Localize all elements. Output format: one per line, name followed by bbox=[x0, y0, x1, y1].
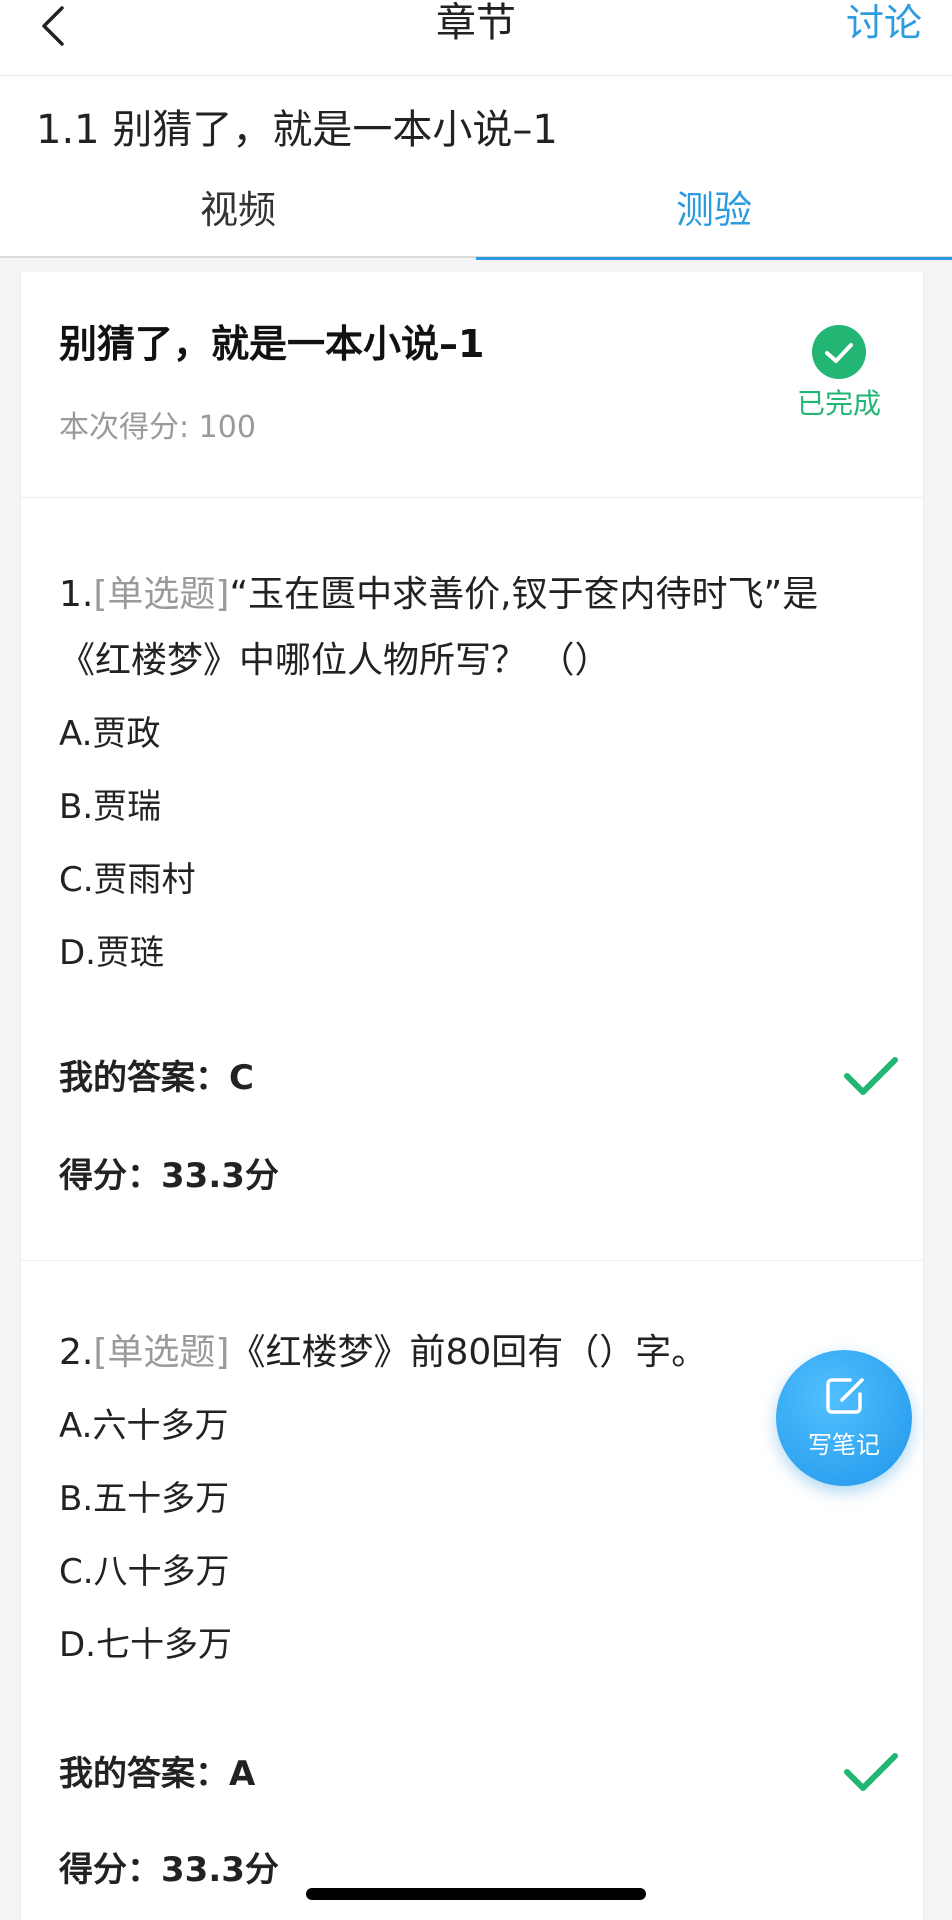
tab-quiz[interactable]: 测验 bbox=[476, 180, 952, 260]
question-text: 2.[单选题]《红楼梦》前80回有（）字。 bbox=[59, 1320, 889, 1386]
correct-check-icon bbox=[844, 1753, 898, 1791]
question-1: 1.[单选题]“玉在匮中求善价,钗于奁内待时飞”是 《红楼梦》中哪位人物所写？ … bbox=[59, 562, 889, 990]
correct-check-icon bbox=[844, 1057, 898, 1095]
question-score: 得分：33.3分 bbox=[59, 1156, 279, 1196]
question-2: 2.[单选题]《红楼梦》前80回有（）字。 A.六十多万 B.五十多万 C.八十… bbox=[59, 1320, 889, 1682]
option-a[interactable]: A.贾政 bbox=[59, 698, 889, 771]
quiz-name: 别猜了，就是一本小说–1 bbox=[59, 322, 485, 366]
my-answer: 我的答案：C bbox=[59, 1058, 254, 1098]
quiz-card: 别猜了，就是一本小说–1 本次得分: 100 已完成 1.[单选题]“玉在匮中求… bbox=[20, 272, 925, 1920]
divider bbox=[21, 1260, 925, 1261]
nav-bar: 章节 讨论 bbox=[0, 0, 952, 76]
lesson-title: 1.1 别猜了，就是一本小说–1 bbox=[36, 107, 558, 153]
question-number: 2. bbox=[59, 1332, 94, 1373]
edit-note-icon bbox=[826, 1378, 864, 1414]
write-note-button[interactable]: 写笔记 bbox=[776, 1350, 912, 1486]
question-text-line1: 《红楼梦》前80回有（）字。 bbox=[229, 1332, 708, 1373]
option-b[interactable]: B.五十多万 bbox=[59, 1463, 889, 1536]
my-answer-row: 我的答案：A bbox=[59, 1744, 899, 1804]
question-type: [单选题] bbox=[93, 574, 230, 615]
my-answer-row: 我的答案：C bbox=[59, 1048, 899, 1108]
tab-bar: 视频 测验 bbox=[0, 180, 952, 260]
home-indicator bbox=[306, 1888, 646, 1900]
write-note-label: 写笔记 bbox=[808, 1431, 880, 1459]
question-type: [单选题] bbox=[93, 1332, 230, 1373]
question-text-line1: “玉在匮中求善价,钗于奁内待时飞”是 bbox=[229, 574, 819, 615]
discuss-button[interactable]: 讨论 bbox=[846, 0, 922, 46]
my-answer: 我的答案：A bbox=[59, 1754, 256, 1794]
quiz-score: 本次得分: 100 bbox=[59, 410, 256, 445]
option-a[interactable]: A.六十多万 bbox=[59, 1390, 889, 1463]
tab-active-indicator bbox=[476, 257, 952, 260]
question-text-line2: 《红楼梦》中哪位人物所写？ （） bbox=[59, 640, 611, 681]
option-d[interactable]: D.七十多万 bbox=[59, 1609, 889, 1682]
option-c[interactable]: C.八十多万 bbox=[59, 1536, 889, 1609]
option-b[interactable]: B.贾瑞 bbox=[59, 771, 889, 844]
question-score: 得分：33.3分 bbox=[59, 1850, 279, 1890]
option-d[interactable]: D.贾琏 bbox=[59, 917, 889, 990]
tab-video[interactable]: 视频 bbox=[0, 180, 476, 258]
tab-quiz-label: 测验 bbox=[675, 188, 752, 232]
nav-title: 章节 bbox=[436, 0, 516, 46]
quiz-header: 别猜了，就是一本小说–1 本次得分: 100 已完成 bbox=[21, 272, 925, 498]
question-text: 1.[单选题]“玉在匮中求善价,钗于奁内待时飞”是 《红楼梦》中哪位人物所写？ … bbox=[59, 562, 889, 694]
question-number: 1. bbox=[59, 574, 94, 615]
option-c[interactable]: C.贾雨村 bbox=[59, 844, 889, 917]
status-badge: 已完成 bbox=[797, 387, 882, 420]
completed-check-icon bbox=[812, 325, 866, 379]
